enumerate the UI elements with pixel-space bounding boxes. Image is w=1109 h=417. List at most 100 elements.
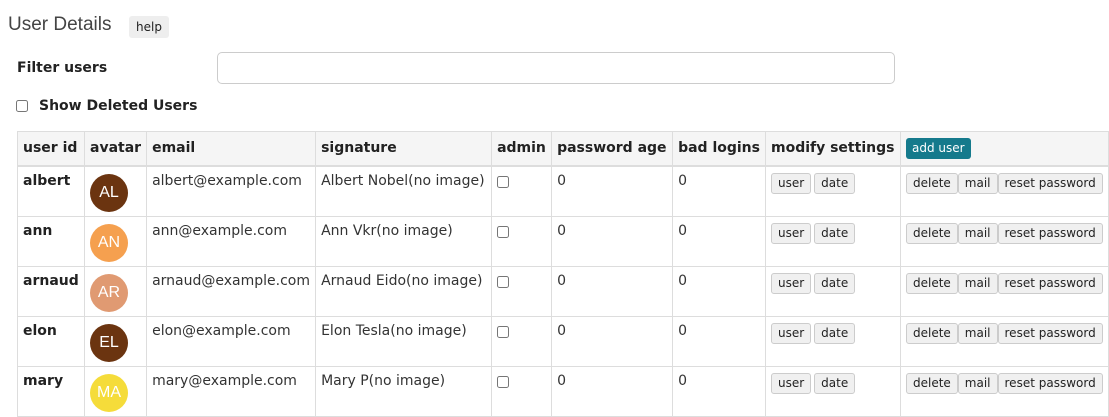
mail-button[interactable]: mail <box>957 322 998 344</box>
user-settings-button[interactable]: user <box>770 322 812 344</box>
filter-users-input[interactable] <box>217 52 895 84</box>
mail-button[interactable]: mail <box>957 173 998 194</box>
actions-cell: delete mail reset password <box>899 265 1109 317</box>
bad-logins-cell: 0 <box>672 365 766 417</box>
table-row: ann AN ann@example.com Ann Vkr(no image) 0 0 u… <box>17 215 1109 267</box>
user-settings-button[interactable]: user <box>770 173 812 194</box>
col-modify-settings: modify settings <box>764 131 901 167</box>
user-id-cell: arnaud <box>17 265 85 317</box>
users-table: user id avatar email signature admin pas… <box>17 131 1109 417</box>
reset-password-button[interactable]: reset password <box>997 322 1103 344</box>
email-cell: mary@example.com <box>146 365 317 417</box>
user-settings-button[interactable]: user <box>770 272 812 294</box>
date-settings-button[interactable]: date <box>814 372 856 394</box>
admin-cell <box>491 365 553 417</box>
email-cell: ann@example.com <box>146 215 317 267</box>
modify-settings-cell: user date <box>764 215 901 267</box>
signature-cell: Elon Tesla(no image) <box>315 315 493 367</box>
avatar-cell: AN <box>83 215 148 267</box>
date-settings-button[interactable]: date <box>814 173 856 194</box>
help-button[interactable]: help <box>129 16 169 38</box>
add-user-button[interactable]: add user <box>905 137 971 159</box>
bad-logins-cell: 0 <box>672 215 766 267</box>
email-cell: albert@example.com <box>146 165 317 217</box>
user-id-cell: albert <box>17 165 85 217</box>
show-deleted-checkbox[interactable] <box>16 100 28 112</box>
bad-logins-cell: 0 <box>672 315 766 367</box>
admin-checkbox[interactable] <box>497 275 510 288</box>
email-cell: arnaud@example.com <box>146 265 317 317</box>
avatar: AR <box>90 273 128 312</box>
show-deleted-label: Show Deleted Users <box>39 98 198 114</box>
delete-button[interactable]: delete <box>905 372 958 394</box>
filter-label: Filter users <box>17 60 108 76</box>
reset-password-button[interactable]: reset password <box>997 372 1103 394</box>
user-settings-button[interactable]: user <box>770 222 812 244</box>
signature-cell: Albert Nobel(no image) <box>315 165 493 217</box>
delete-button[interactable]: delete <box>905 173 958 194</box>
admin-cell <box>491 165 553 217</box>
admin-checkbox[interactable] <box>497 375 510 388</box>
admin-checkbox[interactable] <box>497 325 510 338</box>
col-password-age: password age <box>551 131 674 167</box>
table-row: arnaud AR arnaud@example.com Arnaud Eido(no… <box>17 265 1109 317</box>
mail-button[interactable]: mail <box>957 222 998 244</box>
actions-cell: delete mail reset password <box>899 165 1109 217</box>
actions-cell: delete mail reset password <box>899 315 1109 367</box>
admin-cell <box>491 315 553 367</box>
user-settings-button[interactable]: user <box>770 372 812 394</box>
date-settings-button[interactable]: date <box>814 272 856 294</box>
user-id-cell: ann <box>17 215 85 267</box>
admin-checkbox[interactable] <box>497 225 510 238</box>
mail-button[interactable]: mail <box>957 372 998 394</box>
actions-cell: delete mail reset password <box>899 215 1109 267</box>
delete-button[interactable]: delete <box>905 222 958 244</box>
password-age-cell: 0 <box>551 315 674 367</box>
reset-password-button[interactable]: reset password <box>997 173 1103 194</box>
col-admin: admin <box>491 131 553 167</box>
date-settings-button[interactable]: date <box>814 222 856 244</box>
show-deleted-row: Show Deleted Users <box>16 96 197 116</box>
avatar: MA <box>90 373 128 412</box>
signature-cell: Arnaud Eido(no image) <box>315 265 493 317</box>
col-user-id: user id <box>17 131 85 167</box>
table-header-row: user id avatar email signature admin pas… <box>17 131 1109 167</box>
bad-logins-cell: 0 <box>672 165 766 217</box>
signature-cell: Mary P(no image) <box>315 365 493 417</box>
avatar-cell: AR <box>83 265 148 317</box>
modify-settings-cell: user date <box>764 315 901 367</box>
delete-button[interactable]: delete <box>905 272 958 294</box>
table-row: elon EL elon@example.com Elon Tesla(no imag… <box>17 315 1109 367</box>
admin-cell <box>491 265 553 317</box>
avatar: EL <box>90 323 128 362</box>
avatar-cell: EL <box>83 315 148 367</box>
modify-settings-cell: user date <box>764 365 901 417</box>
email-cell: elon@example.com <box>146 315 317 367</box>
delete-button[interactable]: delete <box>905 322 958 344</box>
user-id-cell: mary <box>17 365 85 417</box>
bad-logins-cell: 0 <box>672 265 766 317</box>
password-age-cell: 0 <box>551 365 674 417</box>
admin-checkbox[interactable] <box>497 176 510 188</box>
col-bad-logins: bad logins <box>672 131 766 167</box>
date-settings-button[interactable]: date <box>814 322 856 344</box>
page-title: User Details <box>8 14 112 35</box>
avatar-cell: AL <box>83 165 148 217</box>
col-actions: add user <box>899 131 1109 167</box>
modify-settings-cell: user date <box>764 265 901 317</box>
admin-cell <box>491 215 553 267</box>
avatar: AL <box>90 174 128 212</box>
password-age-cell: 0 <box>551 265 674 317</box>
actions-cell: delete mail reset password <box>899 365 1109 417</box>
user-id-cell: elon <box>17 315 85 367</box>
col-signature: signature <box>315 131 493 167</box>
signature-cell: Ann Vkr(no image) <box>315 215 493 267</box>
password-age-cell: 0 <box>551 215 674 267</box>
reset-password-button[interactable]: reset password <box>997 272 1103 294</box>
reset-password-button[interactable]: reset password <box>997 222 1103 244</box>
password-age-cell: 0 <box>551 165 674 217</box>
col-email: email <box>146 131 317 167</box>
avatar-cell: MA <box>83 365 148 417</box>
col-avatar: avatar <box>83 131 148 167</box>
mail-button[interactable]: mail <box>957 272 998 294</box>
